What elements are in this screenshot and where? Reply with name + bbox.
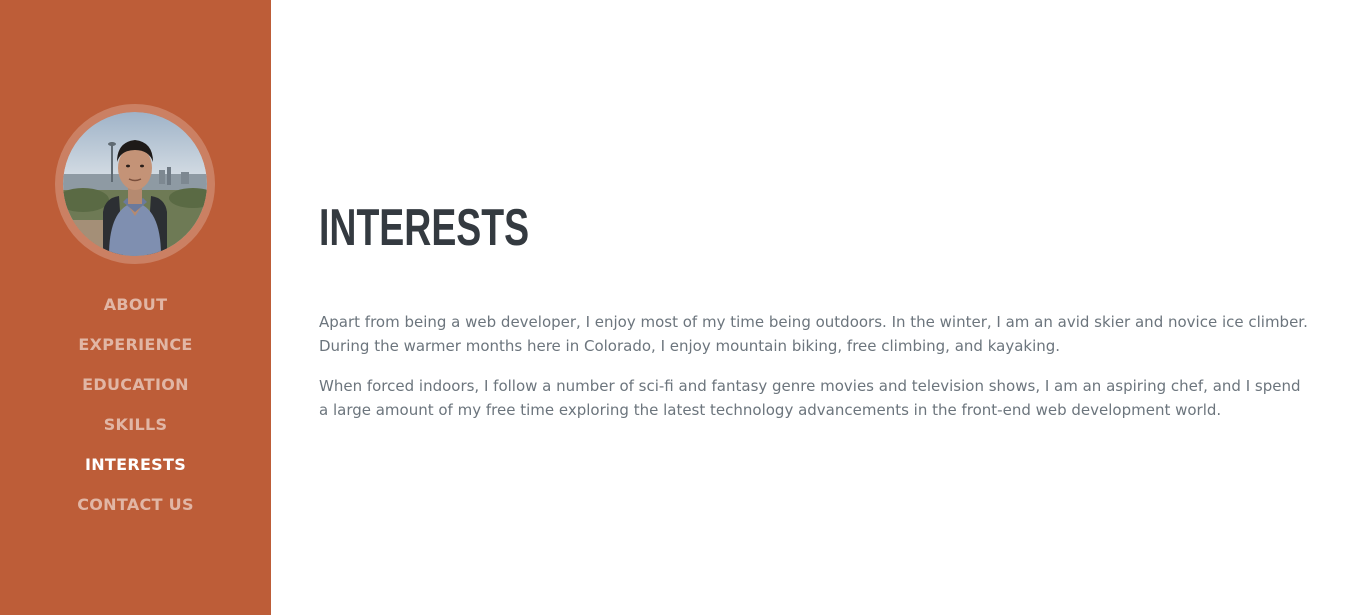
nav-link-interests[interactable]: INTERESTS: [85, 455, 186, 474]
nav-item-contact-us: CONTACT US: [0, 484, 271, 524]
nav-item-about: ABOUT: [0, 284, 271, 324]
nav-item-education: EDUCATION: [0, 364, 271, 404]
nav-link-education[interactable]: EDUCATION: [82, 375, 189, 394]
nav-link-about[interactable]: ABOUT: [104, 295, 168, 314]
nav-item-experience: EXPERIENCE: [0, 324, 271, 364]
nav-item-skills: SKILLS: [0, 404, 271, 444]
sidebar: ABOUT EXPERIENCE EDUCATION SKILLS INTERE…: [0, 0, 271, 615]
page-title: INTERESTS: [319, 199, 530, 257]
nav-item-interests: INTERESTS: [0, 444, 271, 484]
interests-section: INTERESTS Apart from being a web develop…: [271, 0, 1361, 615]
avatar: [63, 112, 207, 256]
avatar-ring: [55, 104, 215, 264]
nav-link-skills[interactable]: SKILLS: [104, 415, 168, 434]
interests-paragraph-1: Apart from being a web developer, I enjo…: [319, 313, 1308, 355]
sidebar-nav: ABOUT EXPERIENCE EDUCATION SKILLS INTERE…: [0, 284, 271, 524]
interests-paragraph-2: When forced indoors, I follow a number o…: [319, 377, 1301, 419]
nav-link-experience[interactable]: EXPERIENCE: [78, 335, 192, 354]
interests-content: Apart from being a web developer, I enjo…: [319, 310, 1309, 438]
nav-link-contact-us[interactable]: CONTACT US: [77, 495, 194, 514]
